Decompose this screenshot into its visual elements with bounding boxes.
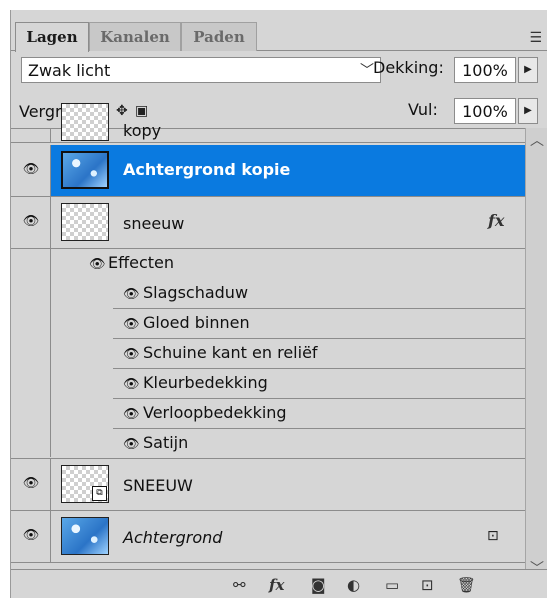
opacity-arrow-button[interactable]: ▶ xyxy=(518,57,538,83)
link-icon[interactable]: ⚯ xyxy=(233,576,246,594)
effect-label: Satijn xyxy=(143,433,189,452)
eye-icon[interactable]: 👁 xyxy=(89,257,106,272)
trash-icon[interactable]: 🗑 xyxy=(457,576,476,594)
panel-menu-icon[interactable]: ☰ xyxy=(529,30,542,46)
new-layer-icon[interactable]: ⊡ xyxy=(421,576,434,594)
layers-toolbar: ⚯ fx ◙ ◐ ▭ ⊡ 🗑 xyxy=(11,569,547,598)
layer-thumbnail xyxy=(61,151,109,189)
fill-arrow-button[interactable]: ▶ xyxy=(518,98,538,124)
eye-icon[interactable]: 👁 xyxy=(123,377,140,392)
effects-header[interactable]: 👁 Effecten xyxy=(11,249,526,279)
layers-scrollbar[interactable]: ︿ ﹀ xyxy=(525,128,547,580)
adjustment-icon[interactable]: ◐ xyxy=(347,576,360,594)
effect-item[interactable]: 👁 Slagschaduw xyxy=(11,279,526,309)
effect-item[interactable]: 👁 Kleurbedekking xyxy=(11,369,526,399)
fx-icon[interactable]: fx xyxy=(269,576,284,594)
fill-field[interactable]: 100% xyxy=(454,98,516,124)
layer-row-sneeuw-smart[interactable]: 👁 ⧉ SNEEUW xyxy=(11,459,526,511)
eye-icon[interactable]: 👁 xyxy=(22,163,40,177)
eye-icon[interactable]: 👁 xyxy=(123,407,140,422)
folder-icon[interactable]: ▭ xyxy=(385,576,399,594)
layers-list: kopy 👁 Achtergrond kopie 👁 sneeuw fx 👁 E… xyxy=(11,103,547,581)
effect-label: Slagschaduw xyxy=(143,283,249,302)
effect-label: Verloopbedekking xyxy=(143,403,287,422)
opacity-field[interactable]: 100% xyxy=(454,57,516,83)
layer-name: sneeuw xyxy=(123,214,185,233)
effect-label: Schuine kant en reliëf xyxy=(143,343,318,362)
layer-row-achtergrond[interactable]: 👁 Achtergrond ⊡ xyxy=(11,511,526,563)
eye-icon[interactable]: 👁 xyxy=(22,477,40,491)
eye-icon[interactable]: 👁 xyxy=(123,287,140,302)
effect-item[interactable]: 👁 Schuine kant en reliëf xyxy=(11,339,526,369)
eye-icon[interactable]: 👁 xyxy=(22,529,40,543)
lock-icon[interactable]: ⊡ xyxy=(487,528,499,544)
lock-all-icon[interactable]: ▣ xyxy=(135,103,148,119)
tab-kanalen[interactable]: Kanalen xyxy=(89,22,181,51)
layer-row-achtergrond-kopie[interactable]: 👁 Achtergrond kopie xyxy=(11,145,526,197)
eye-icon[interactable]: 👁 xyxy=(22,215,40,229)
eye-column: 👁 xyxy=(11,145,51,196)
layer-name: Achtergrond kopie xyxy=(123,160,291,179)
effect-item[interactable]: 👁 Verloopbedekking xyxy=(11,399,526,429)
smart-object-icon: ⧉ xyxy=(92,486,107,501)
eye-icon[interactable]: 👁 xyxy=(123,317,140,332)
blend-mode-select[interactable]: Zwak licht ﹀ xyxy=(21,57,381,83)
effect-label: Gloed binnen xyxy=(143,313,250,332)
layer-thumbnail xyxy=(61,203,109,241)
layer-thumbnail xyxy=(61,517,109,555)
layer-name: kopy xyxy=(123,121,162,140)
tab-paden[interactable]: Paden xyxy=(181,22,257,51)
effect-label: Kleurbedekking xyxy=(143,373,268,392)
layers-panel: Lagen Kanalen Paden ☰ Zwak licht ﹀ Dekki… xyxy=(10,10,547,598)
eye-icon[interactable]: 👁 xyxy=(123,347,140,362)
blend-mode-value: Zwak licht xyxy=(28,61,111,80)
layer-name: SNEEUW xyxy=(123,476,193,495)
layer-name: Achtergrond xyxy=(123,528,223,547)
layer-row-partial[interactable]: kopy xyxy=(11,103,526,143)
layer-thumbnail xyxy=(61,103,109,141)
panel-tabs: Lagen Kanalen Paden ☰ xyxy=(11,18,547,52)
effect-item[interactable]: 👁 Satijn xyxy=(11,429,526,459)
chevron-down-icon: ﹀ xyxy=(360,63,374,79)
effects-label: Effecten xyxy=(108,253,175,272)
eye-column: 👁 xyxy=(11,459,51,510)
opacity-label: Dekking: xyxy=(373,58,444,77)
layer-thumbnail: ⧉ xyxy=(61,465,109,503)
eye-column xyxy=(11,129,51,142)
mask-icon[interactable]: ◙ xyxy=(311,576,326,594)
tab-lagen[interactable]: Lagen xyxy=(15,22,89,52)
fx-badge[interactable]: fx xyxy=(488,211,504,230)
lock-move-icon[interactable]: ✥ xyxy=(116,103,128,119)
scroll-up-icon[interactable]: ︿ xyxy=(530,130,544,150)
eye-icon[interactable]: 👁 xyxy=(123,437,140,452)
effect-item[interactable]: 👁 Gloed binnen xyxy=(11,309,526,339)
layer-row-sneeuw[interactable]: 👁 sneeuw fx xyxy=(11,197,526,457)
eye-column: 👁 xyxy=(11,511,51,562)
fill-label: Vul: xyxy=(408,100,438,119)
